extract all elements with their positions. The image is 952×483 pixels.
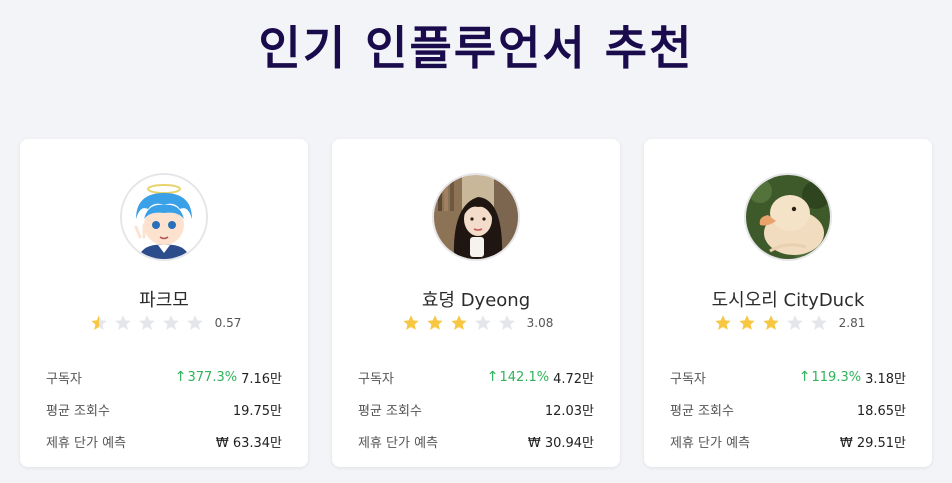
stat-label: 구독자 [670,371,706,387]
subscriber-count: 4.72만 [553,371,594,387]
stat-row-views: 평균 조회수 18.65만 [670,393,906,425]
influencer-card[interactable]: 효뎡 Dyeong 3.08 구독자 ↑ 142.1% 4.72만 평균 조회수… [332,139,620,467]
stat-label: 구독자 [46,371,82,387]
stat-value: ↑ 142.1% 4.72만 [487,368,594,387]
star-rating: 0.57 [20,314,308,332]
avg-views-value: 12.03만 [544,403,594,419]
arrow-up-icon: ↑ [798,369,811,385]
stats-table: 구독자 ↑ 142.1% 4.72만 평균 조회수 12.03만 제휴 단가 예… [358,361,594,457]
stat-row-views: 평균 조회수 19.75만 [46,393,282,425]
star-icon [810,315,827,330]
growth-indicator: ↑ 119.3% [799,369,861,385]
duckling-avatar [744,173,832,261]
stat-label: 제휴 단가 예측 [358,435,439,451]
stat-row-price: 제휴 단가 예측 ₩ 29.51만 [670,425,906,457]
stats-table: 구독자 ↑ 119.3% 3.18만 평균 조회수 18.65만 제휴 단가 예… [670,361,906,457]
influencer-card[interactable]: 파크모 0.57 구독자 ↑ 377.3% 7.16만 평균 조회수 19.75… [20,139,308,467]
arrow-up-icon: ↑ [486,369,499,385]
stat-label: 평균 조회수 [670,403,734,419]
stat-row-subscribers: 구독자 ↑ 377.3% 7.16만 [46,361,282,393]
subscriber-count: 3.18만 [865,371,906,387]
star-rating: 2.81 [644,314,932,332]
star-icon [426,315,443,330]
stat-value: ↑ 119.3% 3.18만 [799,368,906,387]
price-estimate-value: ₩ 63.34만 [215,435,282,451]
woman-portrait-avatar [432,173,520,261]
star-icon [402,315,419,330]
avg-views-value: 18.65만 [856,403,906,419]
star-icon [162,315,179,330]
star-icon [498,315,515,330]
price-estimate-value: ₩ 29.51만 [839,435,906,451]
stat-row-price: 제휴 단가 예측 ₩ 63.34만 [46,425,282,457]
growth-indicator: ↑ 142.1% [487,369,549,385]
star-icon [90,315,107,330]
influencer-name: 파크모 [139,290,189,311]
stat-row-price: 제휴 단가 예측 ₩ 30.94만 [358,425,594,457]
star-icon [786,315,803,330]
stat-label: 평균 조회수 [46,403,110,419]
influencer-name: 효뎡 Dyeong [421,290,531,311]
avg-views-value: 19.75만 [232,403,282,419]
influencer-card[interactable]: 도시오리 CityDuck 2.81 구독자 ↑ 119.3% 3.18만 평균… [644,139,932,467]
stats-table: 구독자 ↑ 377.3% 7.16만 평균 조회수 19.75만 제휴 단가 예… [46,361,282,457]
stat-label: 제휴 단가 예측 [46,435,127,451]
star-icon [186,315,203,330]
page-title: 인기 인플루언서 추천 [258,21,694,75]
stat-row-views: 평균 조회수 12.03만 [358,393,594,425]
star-rating: 3.08 [332,314,620,332]
price-estimate-value: ₩ 30.94만 [527,435,594,451]
rating-value: 0.57 [214,316,242,330]
stat-label: 평균 조회수 [358,403,422,419]
stat-label: 구독자 [358,371,394,387]
star-icon [450,315,467,330]
growth-percent: 119.3% [811,369,862,385]
stat-row-subscribers: 구독자 ↑ 142.1% 4.72만 [358,361,594,393]
growth-percent: 377.3% [187,369,238,385]
influencer-card-list: 파크모 0.57 구독자 ↑ 377.3% 7.16만 평균 조회수 19.75… [20,139,932,469]
stat-row-subscribers: 구독자 ↑ 119.3% 3.18만 [670,361,906,393]
star-icon [114,315,131,330]
star-icon [138,315,155,330]
star-icon [738,315,755,330]
stat-value: ↑ 377.3% 7.16만 [175,368,282,387]
arrow-up-icon: ↑ [174,369,187,385]
rating-value: 3.08 [526,316,554,330]
growth-indicator: ↑ 377.3% [175,369,237,385]
growth-percent: 142.1% [499,369,550,385]
subscriber-count: 7.16만 [241,371,282,387]
anime-boy-avatar [120,173,208,261]
star-icon [714,315,731,330]
stat-label: 제휴 단가 예측 [670,435,751,451]
star-icon [762,315,779,330]
star-icon [474,315,491,330]
influencer-name: 도시오리 CityDuck [711,290,865,311]
rating-value: 2.81 [838,316,866,330]
